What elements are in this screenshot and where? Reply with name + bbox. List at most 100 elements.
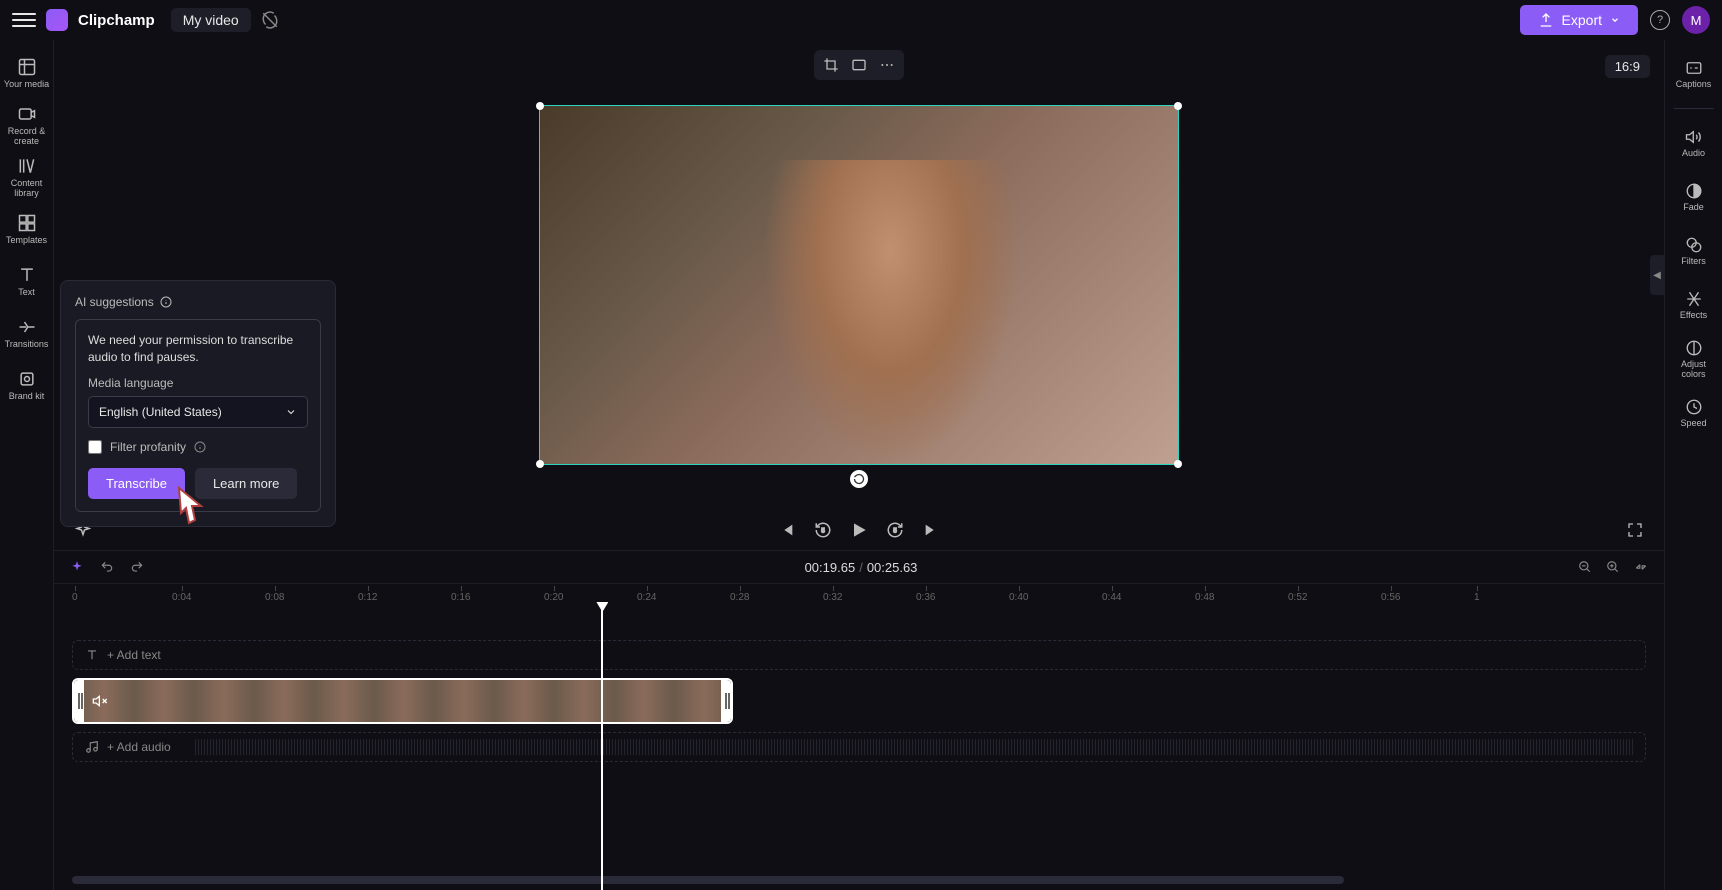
ruler-tick: 0:28	[730, 592, 749, 603]
rewind-button[interactable]: 5	[812, 519, 834, 541]
nav-text[interactable]: Text	[2, 256, 52, 306]
nav-adjust-colors[interactable]: Adjust colors	[1669, 335, 1719, 383]
rewind-icon: 5	[814, 521, 832, 539]
nav-label: Effects	[1680, 310, 1707, 320]
ruler-tick: 0:24	[637, 592, 656, 603]
filter-profanity-label: Filter profanity	[110, 440, 186, 454]
sync-off-icon	[261, 11, 279, 29]
play-button[interactable]	[848, 519, 870, 541]
info-icon[interactable]	[160, 296, 172, 308]
nav-record-create[interactable]: Record & create	[2, 100, 52, 150]
svg-text:5: 5	[893, 528, 897, 534]
play-icon	[849, 520, 869, 540]
panel-collapse-button[interactable]: ◀	[1650, 255, 1664, 295]
language-select[interactable]: English (United States)	[88, 396, 308, 428]
sparkle-button[interactable]	[68, 558, 86, 576]
forward-button[interactable]: 5	[884, 519, 906, 541]
zoom-out-icon	[1578, 560, 1592, 574]
current-time: 00:19.65	[805, 560, 856, 575]
nav-label: Adjust colors	[1669, 359, 1719, 379]
nav-brand-kit[interactable]: Brand kit	[2, 360, 52, 410]
more-button[interactable]	[874, 54, 900, 76]
video-clip[interactable]	[72, 678, 733, 724]
nav-your-media[interactable]: Your media	[2, 48, 52, 98]
zoom-out-button[interactable]	[1576, 558, 1594, 576]
clip-trim-left[interactable]	[74, 680, 84, 722]
help-button[interactable]: ?	[1650, 10, 1670, 30]
ruler-tick: 1	[1474, 592, 1480, 603]
export-button[interactable]: Export	[1520, 5, 1638, 35]
menu-button[interactable]	[12, 8, 36, 32]
mute-icon[interactable]	[92, 693, 108, 709]
nav-label: Your media	[4, 80, 49, 90]
ruler-tick: 0	[72, 592, 78, 603]
fit-timeline-button[interactable]	[1632, 558, 1650, 576]
app-logo	[46, 9, 68, 31]
language-label: Media language	[88, 376, 308, 390]
brand-icon	[17, 369, 37, 389]
fullscreen-button[interactable]	[1624, 519, 1646, 541]
nav-templates[interactable]: Templates	[2, 204, 52, 254]
skip-start-button[interactable]	[776, 519, 798, 541]
nav-effects[interactable]: Effects	[1669, 281, 1719, 329]
info-icon[interactable]	[194, 441, 206, 453]
fit-button[interactable]	[846, 54, 872, 76]
ruler-tick: 0:52	[1288, 592, 1307, 603]
nav-audio[interactable]: Audio	[1669, 119, 1719, 167]
add-text-track[interactable]: + Add text	[72, 640, 1646, 670]
redo-icon	[130, 560, 144, 574]
ruler-tick: 0:16	[451, 592, 470, 603]
preview-canvas[interactable]	[539, 105, 1179, 465]
playhead[interactable]	[601, 610, 603, 890]
nav-label: Record & create	[2, 127, 52, 147]
filter-profanity-checkbox[interactable]	[88, 440, 102, 454]
ruler-tick: 0:08	[265, 592, 284, 603]
rotate-handle[interactable]	[850, 470, 868, 488]
nav-speed[interactable]: Speed	[1669, 389, 1719, 437]
transitions-icon	[17, 317, 37, 337]
music-icon	[85, 740, 99, 754]
ai-suggestions-panel: AI suggestions We need your permission t…	[60, 280, 336, 527]
upload-icon	[1538, 12, 1554, 28]
timeline-ruler[interactable]: 0 0:04 0:08 0:12 0:16 0:20 0:24 0:28 0:3…	[54, 584, 1664, 610]
audio-icon	[1685, 128, 1703, 146]
ruler-tick: 0:20	[544, 592, 563, 603]
audio-waveform	[193, 739, 1635, 755]
clip-trim-right[interactable]	[721, 680, 731, 722]
forward-icon: 5	[886, 521, 904, 539]
aspect-ratio-selector[interactable]: 16:9	[1605, 55, 1650, 78]
timecode-display: 00:19.65/00:25.63	[805, 560, 918, 575]
learn-more-button[interactable]: Learn more	[195, 468, 297, 499]
fit-icon	[851, 57, 867, 73]
add-audio-track[interactable]: + Add audio	[72, 732, 1646, 762]
crop-button[interactable]	[818, 54, 844, 76]
ruler-tick: 0:40	[1009, 592, 1028, 603]
ruler-tick: 0:56	[1381, 592, 1400, 603]
nav-transitions[interactable]: Transitions	[2, 308, 52, 358]
transcribe-button[interactable]: Transcribe	[88, 468, 185, 499]
nav-content-library[interactable]: Content library	[2, 152, 52, 202]
nav-label: Audio	[1682, 148, 1705, 158]
ruler-tick: 0:48	[1195, 592, 1214, 603]
skip-end-button[interactable]	[920, 519, 942, 541]
zoom-in-button[interactable]	[1604, 558, 1622, 576]
ruler-tick: 0:32	[823, 592, 842, 603]
undo-button[interactable]	[98, 558, 116, 576]
skip-forward-icon	[923, 522, 939, 538]
redo-button[interactable]	[128, 558, 146, 576]
nav-filters[interactable]: Filters	[1669, 227, 1719, 275]
nav-fade[interactable]: Fade	[1669, 173, 1719, 221]
add-text-label: + Add text	[107, 648, 161, 662]
chevron-down-icon	[1610, 15, 1620, 25]
ruler-tick: 0:04	[172, 592, 191, 603]
add-audio-label: + Add audio	[107, 740, 171, 754]
text-icon	[17, 265, 37, 285]
record-icon	[17, 104, 37, 124]
rotate-icon	[853, 473, 865, 485]
chevron-down-icon	[285, 406, 297, 418]
project-title[interactable]: My video	[171, 8, 251, 32]
nav-captions[interactable]: Captions	[1669, 50, 1719, 98]
timeline-scrollbar[interactable]	[72, 876, 1344, 884]
media-icon	[17, 57, 37, 77]
user-avatar[interactable]: M	[1682, 6, 1710, 34]
